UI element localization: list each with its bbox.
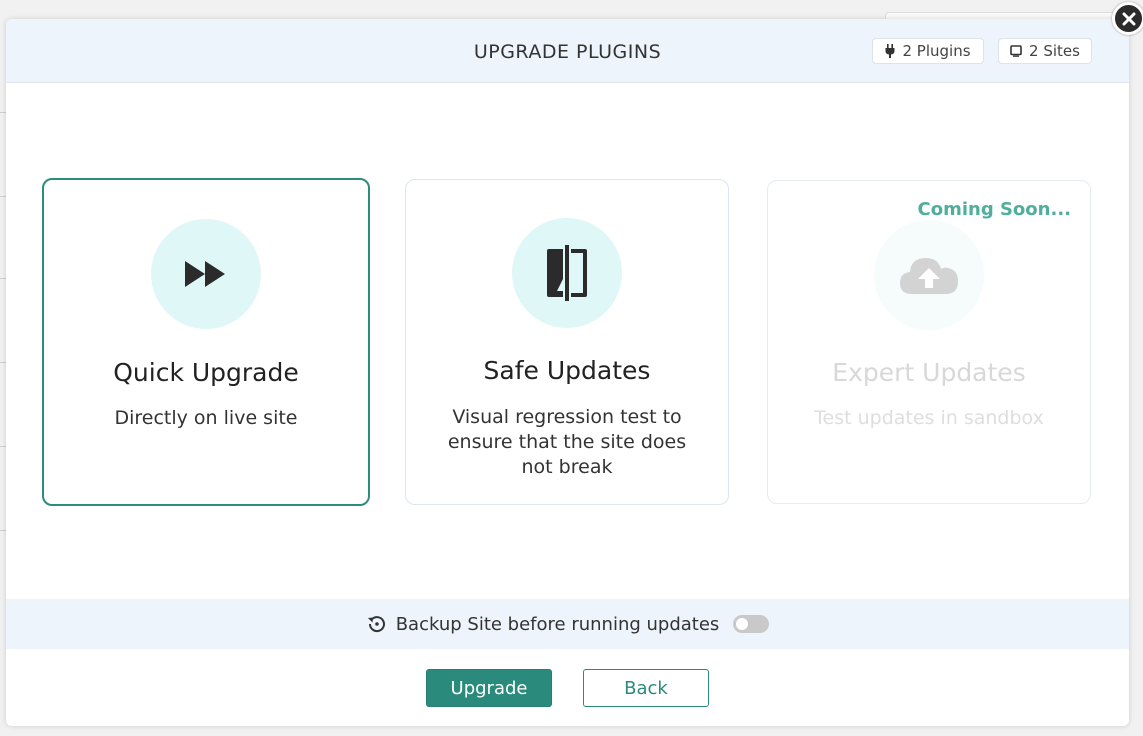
upgrade-plugins-modal: UPGRADE PLUGINS 2 Plugins 2 Sites Quick … xyxy=(6,19,1129,726)
upgrade-button[interactable]: Upgrade xyxy=(426,669,552,707)
sites-count-chip: 2 Sites xyxy=(998,38,1092,64)
quick-upgrade-title: Quick Upgrade xyxy=(113,358,299,387)
backup-toggle-knob xyxy=(736,618,749,630)
backup-option-bar: Backup Site before running updates xyxy=(6,599,1129,649)
quick-upgrade-option[interactable]: Quick Upgrade Directly on live site xyxy=(42,178,370,506)
coming-soon-badge: Coming Soon... xyxy=(917,199,1072,220)
history-icon xyxy=(367,616,385,633)
backup-label: Backup Site before running updates xyxy=(395,613,720,635)
quick-upgrade-icon-circle xyxy=(151,219,261,329)
plugins-count-label: 2 Plugins xyxy=(902,42,971,60)
sites-count-label: 2 Sites xyxy=(1029,42,1080,60)
monitor-icon xyxy=(1010,45,1022,57)
expert-updates-icon-circle xyxy=(874,220,984,330)
safe-updates-title: Safe Updates xyxy=(483,356,651,385)
modal-header: UPGRADE PLUGINS 2 Plugins 2 Sites xyxy=(6,19,1129,83)
close-modal-button[interactable] xyxy=(1112,2,1143,35)
plug-icon xyxy=(885,44,895,58)
safe-updates-description: Visual regression test to ensure that th… xyxy=(447,406,687,478)
close-icon xyxy=(1122,12,1135,25)
expert-updates-title: Expert Updates xyxy=(832,358,1026,387)
backup-toggle[interactable] xyxy=(733,615,770,633)
safe-updates-icon-circle xyxy=(512,218,622,328)
expert-updates-option: Coming Soon... Expert Updates Test updat… xyxy=(767,180,1091,504)
compare-icon xyxy=(547,245,587,301)
back-button[interactable]: Back xyxy=(583,669,709,707)
expert-updates-description: Test updates in sandbox xyxy=(814,407,1044,429)
safe-updates-option[interactable]: Safe Updates Visual regression test to e… xyxy=(405,179,729,505)
quick-upgrade-description: Directly on live site xyxy=(114,407,298,429)
fast-forward-icon xyxy=(185,261,225,287)
cloud-upload-icon xyxy=(900,258,958,294)
plugins-count-chip: 2 Plugins xyxy=(872,38,984,64)
